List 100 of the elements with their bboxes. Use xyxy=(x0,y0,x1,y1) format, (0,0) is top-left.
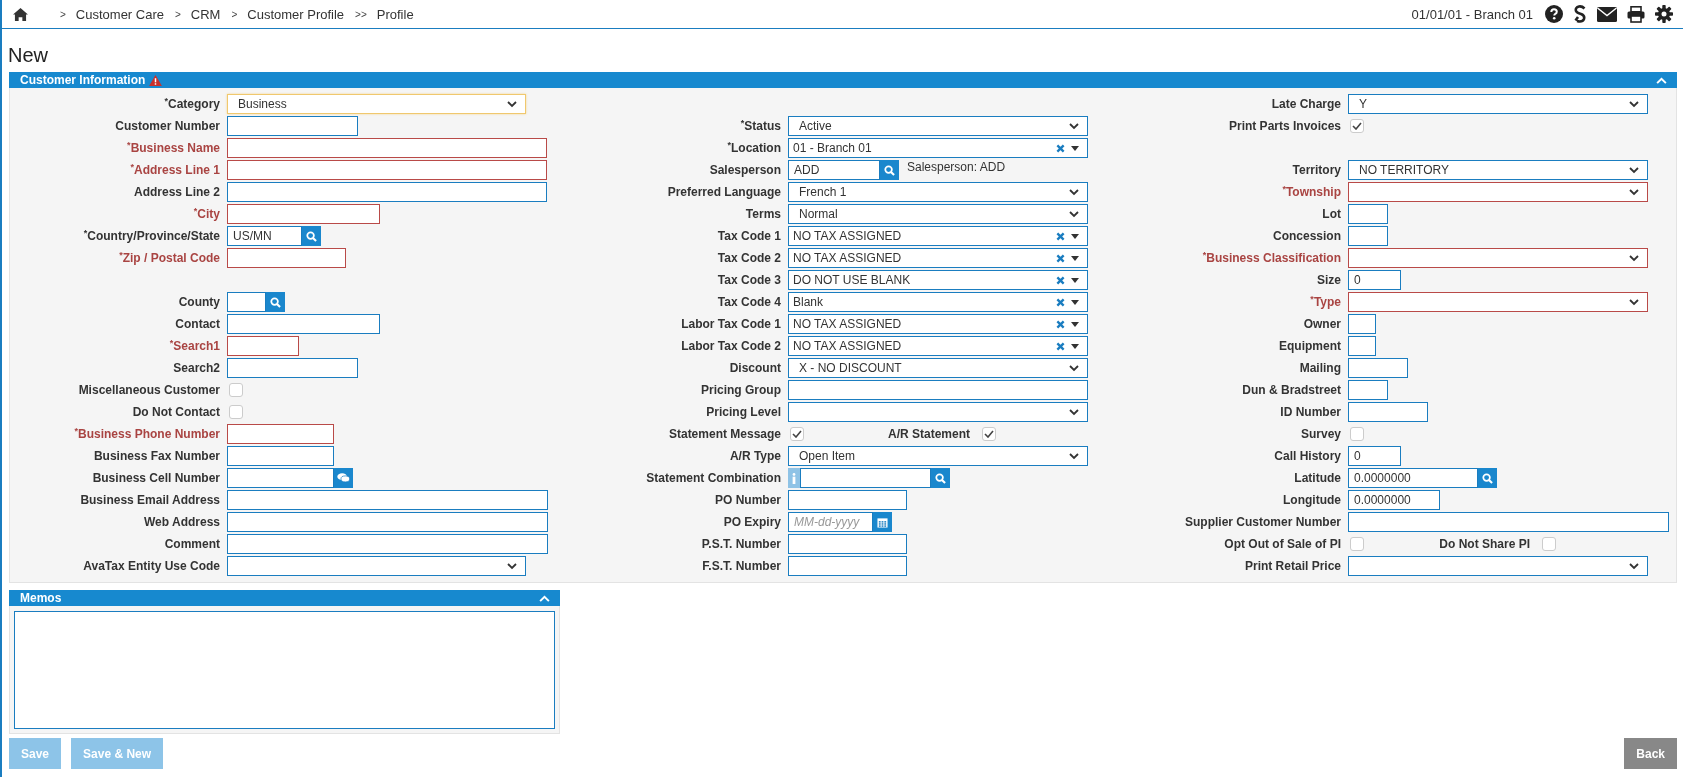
dropdown-field[interactable]: Open Item xyxy=(788,446,1088,466)
date-field[interactable]: MM-dd-yyyy xyxy=(788,512,873,532)
text-field[interactable] xyxy=(227,292,266,312)
chevron-down-icon[interactable] xyxy=(1069,364,1079,372)
text-field[interactable]: 0.0000000 xyxy=(1348,490,1440,510)
text-field[interactable] xyxy=(788,534,907,554)
dropdown-field[interactable]: Active xyxy=(788,116,1088,136)
clear-icon[interactable] xyxy=(1056,231,1065,241)
search-button[interactable] xyxy=(266,292,285,312)
caret-icon[interactable] xyxy=(1071,255,1079,261)
text-field[interactable] xyxy=(227,534,548,554)
dropdown-field[interactable]: DO NOT USE BLANK xyxy=(788,270,1088,290)
calendar-button[interactable] xyxy=(873,512,892,532)
clear-icon[interactable] xyxy=(1056,253,1065,263)
text-field[interactable] xyxy=(1348,512,1669,532)
dropdown-field[interactable]: Normal xyxy=(788,204,1088,224)
text-field[interactable] xyxy=(227,204,380,224)
chevron-down-icon[interactable] xyxy=(1629,188,1639,196)
breadcrumb-link[interactable]: Customer Care xyxy=(75,6,164,22)
text-field[interactable] xyxy=(1348,336,1376,356)
text-field[interactable]: US/MN xyxy=(227,226,302,246)
dropdown-field[interactable] xyxy=(1348,292,1648,312)
text-field[interactable]: 0.0000000 xyxy=(1348,468,1478,488)
caret-icon[interactable] xyxy=(1071,299,1079,305)
checkbox[interactable] xyxy=(1350,119,1364,133)
text-field[interactable] xyxy=(227,138,547,158)
text-field[interactable] xyxy=(788,490,907,510)
checkbox[interactable] xyxy=(229,405,243,419)
text-field[interactable] xyxy=(227,314,380,334)
clear-icon[interactable] xyxy=(1056,341,1065,351)
search-button[interactable] xyxy=(1478,468,1497,488)
dropdown-field[interactable] xyxy=(227,556,526,576)
chevron-down-icon[interactable] xyxy=(507,100,517,108)
checkbox[interactable] xyxy=(1350,427,1364,441)
clear-icon[interactable] xyxy=(1056,319,1065,329)
dropdown-field[interactable]: French 1 xyxy=(788,182,1088,202)
text-field[interactable] xyxy=(788,556,907,576)
chevron-down-icon[interactable] xyxy=(1069,188,1079,196)
dropdown-field[interactable]: NO TAX ASSIGNED xyxy=(788,226,1088,246)
text-field[interactable] xyxy=(227,490,548,510)
clear-icon[interactable] xyxy=(1056,275,1065,285)
chevron-down-icon[interactable] xyxy=(1629,100,1639,108)
dropdown-field[interactable]: Blank xyxy=(788,292,1088,312)
text-field[interactable] xyxy=(227,116,358,136)
text-field[interactable]: 0 xyxy=(1348,446,1401,466)
help-icon[interactable] xyxy=(1545,5,1563,23)
panel-header[interactable]: Memos xyxy=(9,590,560,606)
text-field[interactable] xyxy=(800,468,931,488)
text-field[interactable] xyxy=(227,468,334,488)
chevron-down-icon[interactable] xyxy=(1629,166,1639,174)
text-field[interactable] xyxy=(227,424,334,444)
s-logo-icon[interactable] xyxy=(1573,5,1587,23)
text-field[interactable] xyxy=(227,446,334,466)
envelope-icon[interactable] xyxy=(1597,6,1617,22)
dropdown-field[interactable] xyxy=(1348,182,1648,202)
chevron-up-icon[interactable] xyxy=(1656,76,1667,84)
dropdown-field[interactable]: NO TAX ASSIGNED xyxy=(788,336,1088,356)
dropdown-field[interactable]: NO TERRITORY xyxy=(1348,160,1648,180)
chevron-down-icon[interactable] xyxy=(1069,408,1079,416)
text-field[interactable] xyxy=(788,380,1088,400)
text-field[interactable] xyxy=(227,358,358,378)
caret-icon[interactable] xyxy=(1071,277,1079,283)
text-field[interactable] xyxy=(227,336,299,356)
chevron-down-icon[interactable] xyxy=(1629,562,1639,570)
dropdown-field[interactable] xyxy=(1348,556,1648,576)
printer-icon[interactable] xyxy=(1627,5,1645,23)
dropdown-field[interactable]: Y xyxy=(1348,94,1648,114)
caret-icon[interactable] xyxy=(1071,145,1079,151)
chevron-down-icon[interactable] xyxy=(1069,210,1079,218)
checkbox[interactable] xyxy=(1350,537,1364,551)
text-field[interactable]: ADD xyxy=(788,160,880,180)
breadcrumb-link[interactable]: CRM xyxy=(190,6,221,22)
text-field[interactable] xyxy=(1348,402,1428,422)
chevron-down-icon[interactable] xyxy=(507,562,517,570)
checkbox[interactable] xyxy=(982,427,996,441)
dropdown-field[interactable]: Business xyxy=(227,94,526,114)
dropdown-field[interactable]: NO TAX ASSIGNED xyxy=(788,314,1088,334)
dropdown-field[interactable] xyxy=(788,402,1088,422)
text-field[interactable] xyxy=(1348,226,1388,246)
chevron-down-icon[interactable] xyxy=(1629,254,1639,262)
back-button[interactable]: Back xyxy=(1624,738,1677,769)
text-field[interactable] xyxy=(1348,358,1408,378)
text-field[interactable]: 0 xyxy=(1348,270,1401,290)
home-icon[interactable] xyxy=(13,7,28,21)
panel-header[interactable]: Customer Information xyxy=(9,72,1677,88)
chevron-down-icon[interactable] xyxy=(1629,298,1639,306)
text-field[interactable] xyxy=(227,248,346,268)
chat-button[interactable] xyxy=(334,468,353,488)
dropdown-field[interactable] xyxy=(1348,248,1648,268)
text-field[interactable] xyxy=(1348,314,1376,334)
breadcrumb-link[interactable]: Profile xyxy=(376,6,414,22)
chevron-down-icon[interactable] xyxy=(1069,122,1079,130)
search-button[interactable] xyxy=(931,468,950,488)
caret-icon[interactable] xyxy=(1071,343,1079,349)
text-field[interactable] xyxy=(227,160,547,180)
text-field[interactable] xyxy=(1348,380,1388,400)
clear-icon[interactable] xyxy=(1056,297,1065,307)
dropdown-field[interactable]: 01 - Branch 01 xyxy=(788,138,1088,158)
checkbox[interactable] xyxy=(1542,537,1556,551)
checkbox[interactable] xyxy=(229,383,243,397)
